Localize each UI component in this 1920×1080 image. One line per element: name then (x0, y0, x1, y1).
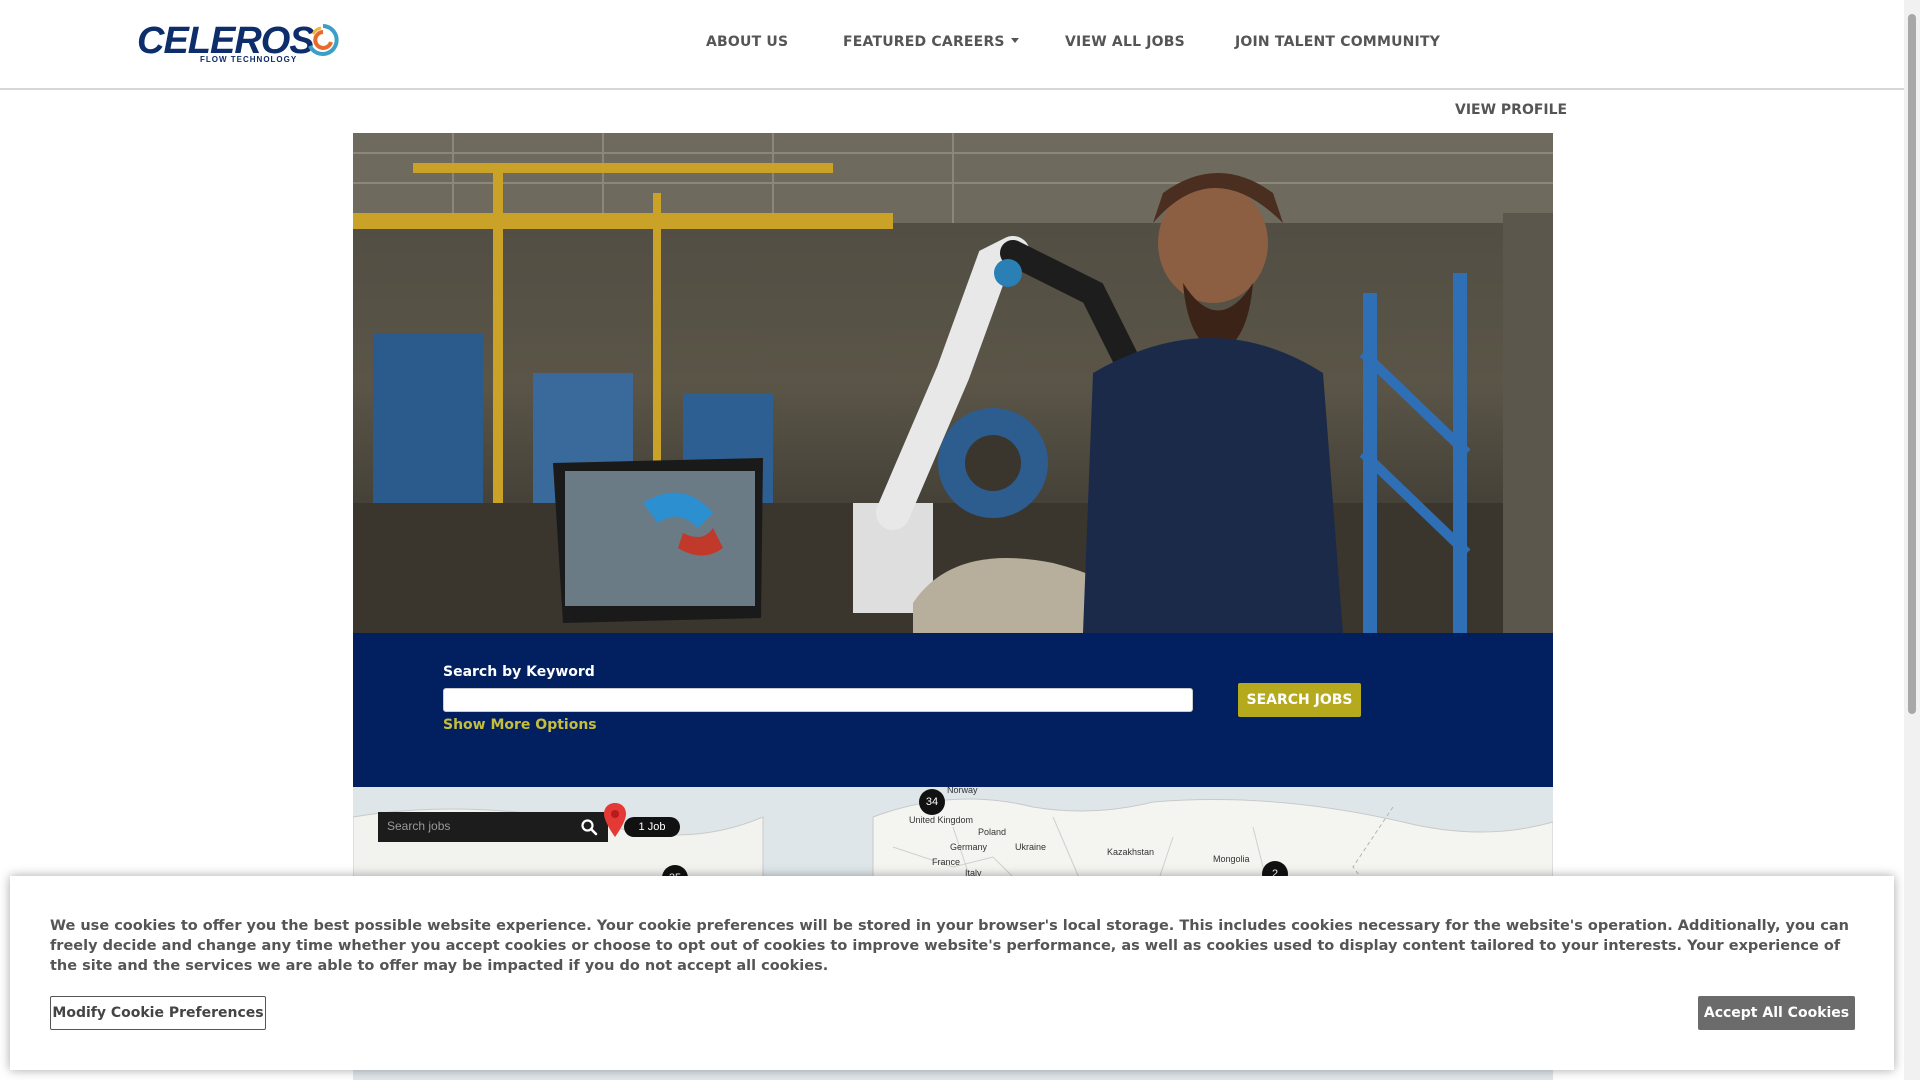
map-label: United Kingdom (909, 815, 974, 825)
map-label: France (932, 857, 961, 867)
celeros-logo[interactable]: CELEROS FLOW TECHNOLOGY (137, 20, 341, 64)
job-search-panel: Search by Keyword SEARCH JOBS Show More … (353, 633, 1553, 787)
view-profile-link[interactable]: VIEW PROFILE (1455, 102, 1567, 118)
hero-image (353, 133, 1553, 633)
map-label: Germany (950, 842, 988, 852)
map-label: Ukraine (1015, 842, 1047, 852)
modify-cookie-preferences-button[interactable]: Modify Cookie Preferences (50, 996, 266, 1030)
search-icon[interactable] (580, 818, 598, 836)
map-label: Mongolia (1213, 854, 1250, 864)
nav-view-all-jobs[interactable]: VIEW ALL JOBS (1065, 34, 1185, 50)
map-cluster[interactable]: 34 (919, 789, 945, 815)
map-marker-icon[interactable] (604, 803, 626, 837)
map-label: Norway (947, 787, 978, 795)
cookie-message: We use cookies to offer you the best pos… (50, 918, 1850, 974)
search-jobs-button[interactable]: SEARCH JOBS (1238, 683, 1361, 717)
nav-about-us[interactable]: ABOUT US (706, 34, 788, 50)
page-scrollbar[interactable] (1904, 0, 1920, 1080)
keyword-search-input[interactable] (443, 688, 1193, 712)
map-search-box[interactable]: Search jobs (378, 812, 608, 842)
logo-swirl-icon (308, 24, 339, 56)
map-search-placeholder: Search jobs (387, 819, 451, 833)
caret-down-icon (1010, 38, 1019, 43)
job-count-pill[interactable]: 1 Job (624, 817, 680, 837)
map-label: Kazakhstan (1107, 847, 1155, 857)
show-more-options-link[interactable]: Show More Options (443, 717, 597, 733)
site-header: CELEROS FLOW TECHNOLOGY ABOUT US FEATURE… (0, 0, 1904, 90)
logo-tagline: FLOW TECHNOLOGY (200, 55, 298, 64)
factory-scene-illustration (353, 133, 1553, 633)
map-label: Poland (978, 827, 1007, 837)
nav-join-talent-community[interactable]: JOIN TALENT COMMUNITY (1235, 34, 1440, 50)
nav-featured-careers-label: FEATURED CAREERS (843, 34, 1005, 50)
nav-featured-careers[interactable]: FEATURED CAREERS (843, 34, 1019, 50)
cookie-banner: We use cookies to offer you the best pos… (10, 876, 1894, 1070)
accept-all-cookies-button[interactable]: Accept All Cookies (1698, 996, 1855, 1030)
scrollbar-thumb[interactable] (1908, 14, 1916, 714)
keyword-label: Search by Keyword (443, 664, 595, 680)
